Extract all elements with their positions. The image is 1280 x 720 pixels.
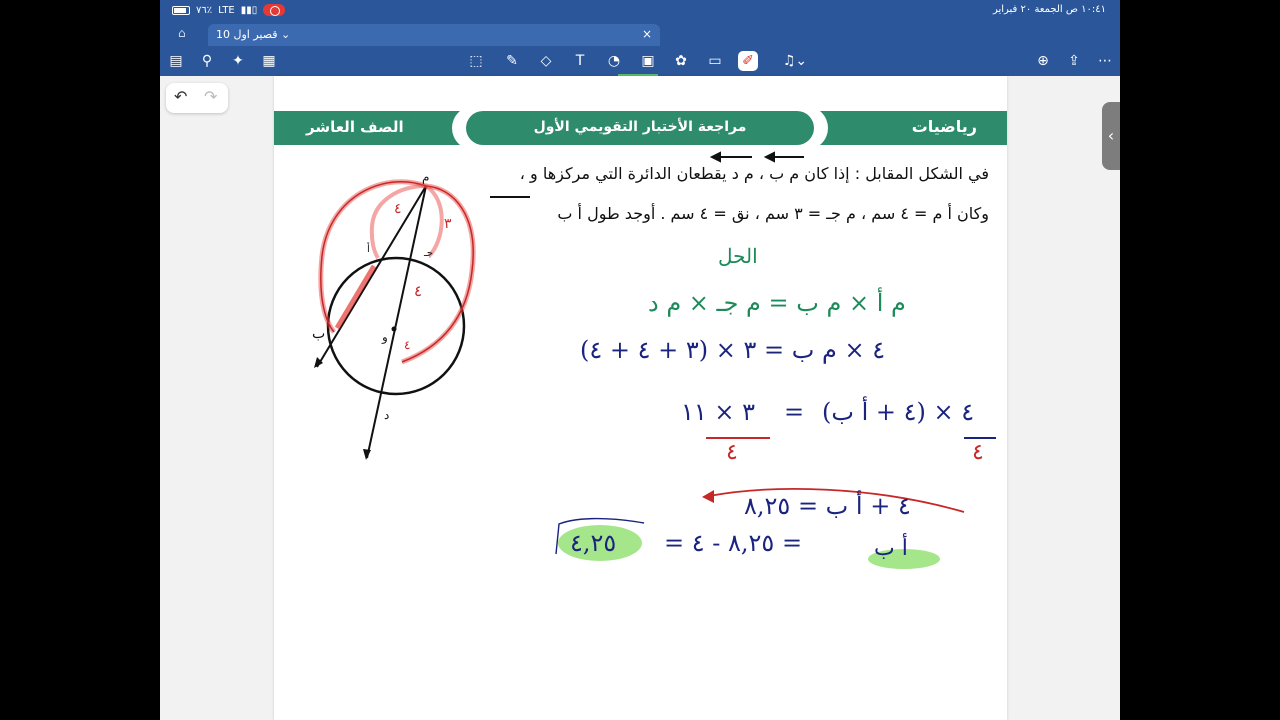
redo-icon[interactable]: ↷ bbox=[204, 87, 217, 106]
close-tab-icon[interactable]: × bbox=[642, 27, 652, 41]
highlighter-icon[interactable]: ✐ bbox=[738, 51, 758, 71]
magic-icon[interactable]: ✦ bbox=[228, 51, 248, 71]
battery-level: ٧٦٪ bbox=[196, 4, 213, 16]
tab-notebook[interactable]: قصير اول 10 ⌄ × bbox=[208, 24, 660, 46]
solution-line-1: م أ × م ب = م جـ × م د bbox=[648, 289, 906, 317]
red-arc-small bbox=[424, 184, 444, 258]
center-point bbox=[391, 326, 397, 332]
label-four-radius: ٤ bbox=[414, 282, 423, 300]
network-label: LTE bbox=[218, 4, 235, 16]
clock-date: ١٠:٤١ ص الجمعة ٢٠ فبراير bbox=[992, 4, 1106, 15]
more-icon[interactable]: ⋯ bbox=[1095, 51, 1115, 71]
search-icon[interactable]: ⚲ bbox=[197, 51, 217, 71]
label-a: أ bbox=[367, 244, 370, 255]
sticky-note-icon[interactable]: ▭ bbox=[705, 51, 725, 71]
denominator-left: ٤ bbox=[726, 440, 738, 465]
label-d: د bbox=[384, 408, 390, 422]
stickers-icon[interactable]: ✿ bbox=[671, 51, 691, 71]
ray-arrowhead-mb bbox=[763, 151, 775, 163]
image-icon[interactable]: ▣ bbox=[638, 51, 658, 71]
undo-redo-group: ↶ ↷ bbox=[166, 83, 228, 113]
screen-recording-icon[interactable] bbox=[263, 4, 286, 16]
solution-line-5: = ٨,٢٥ - ٤ = bbox=[664, 529, 803, 557]
ray-arrowhead-md bbox=[709, 151, 721, 163]
arrowhead-d bbox=[363, 449, 371, 460]
battery-icon bbox=[172, 5, 190, 15]
share-icon[interactable]: ⇪ bbox=[1064, 51, 1084, 71]
eraser-icon[interactable]: ◇ bbox=[536, 51, 556, 71]
red-arrowhead bbox=[702, 490, 714, 503]
label-four-am: ٤ bbox=[394, 201, 402, 217]
shapes-icon[interactable]: ◔ bbox=[604, 51, 624, 71]
toolbar: ▤ ⚲ ✦ ▦ ⬚ ✎ ◇ T ◔ ▣ ✿ ▭ ✐ ♫⌄ ⊕ ⇪ ⋯ bbox=[160, 46, 1120, 76]
chevron-down-icon[interactable]: ⌄ bbox=[281, 28, 290, 41]
solution-line-4: ٤ + أ ب = ٨,٢٥ bbox=[744, 492, 911, 520]
secant-md bbox=[366, 185, 427, 459]
solution-heading: الحل bbox=[718, 244, 758, 268]
notebook-icon[interactable]: ▦ bbox=[259, 51, 279, 71]
label-o: و bbox=[382, 330, 388, 344]
label-b: ب bbox=[312, 326, 326, 342]
lasso-icon[interactable]: ⬚ bbox=[466, 51, 486, 71]
label-three-mj: ٣ bbox=[444, 216, 452, 232]
solution-answer: ٤,٢٥ bbox=[570, 529, 617, 557]
tablet-screen: ٧٦٪ LTE ▮▮▯ ١٠:٤١ ص الجمعة ٢٠ فبراير ⌂ ق… bbox=[160, 0, 1120, 720]
notebook-page[interactable]: رياضيات الصف العاشر مراجعة الأختبار التق… bbox=[274, 76, 1007, 720]
solution-line-2: ٤ × م ب = ٣ × (٣ + ٤ + ٤) bbox=[580, 336, 886, 364]
mic-icon[interactable]: ♫⌄ bbox=[780, 51, 810, 71]
solution-line-3-left: ٣ × ١١ bbox=[681, 398, 756, 426]
signal-icon: ▮▮▯ bbox=[240, 4, 258, 16]
denominator-right: ٤ bbox=[972, 440, 984, 465]
side-panel-handle[interactable]: ‹ bbox=[1102, 102, 1120, 170]
new-page-icon[interactable]: ⊕ bbox=[1033, 51, 1053, 71]
tab-title: قصير اول 10 bbox=[216, 28, 278, 41]
pen-icon[interactable]: ✎ bbox=[502, 51, 522, 71]
label-four-inner: ٤ bbox=[404, 338, 411, 352]
book-icon[interactable]: ▤ bbox=[166, 51, 186, 71]
solution-line-3-right: ٤ × (٤ + أ ب) bbox=[822, 398, 975, 426]
undo-icon[interactable]: ↶ bbox=[174, 87, 187, 106]
label-j: جـ bbox=[424, 248, 434, 259]
status-bar: ٧٦٪ LTE ▮▮▯ ١٠:٤١ ص الجمعة ٢٠ فبراير bbox=[160, 0, 1120, 22]
home-icon[interactable]: ⌂ bbox=[178, 26, 186, 40]
tab-bar: ⌂ قصير اول 10 ⌄ × bbox=[160, 22, 1120, 46]
solution-ab-label: أ ب bbox=[874, 536, 908, 561]
text-icon[interactable]: T bbox=[570, 51, 590, 71]
red-highlight-ab bbox=[334, 264, 377, 330]
equals-sign: = bbox=[784, 398, 805, 426]
label-m: م bbox=[422, 170, 430, 184]
